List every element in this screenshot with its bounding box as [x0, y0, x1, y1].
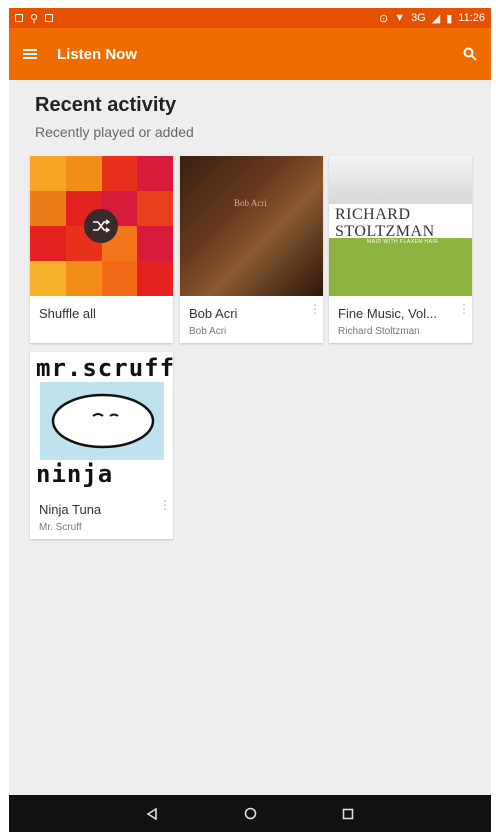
wifi-icon: ▼	[394, 12, 406, 24]
album-art-line1: RICHARD	[335, 206, 411, 223]
card-subtitle: Richard Stoltzman	[338, 326, 420, 337]
album-art: mr.scruff ninja tuna	[30, 352, 173, 492]
status-bar: ⚲ ⊙ ▼ 3G ◢ ▮ 11:26	[9, 8, 491, 28]
card-subtitle: Bob Acri	[189, 326, 227, 337]
search-icon[interactable]	[463, 47, 477, 61]
overflow-menu-icon[interactable]: ⋮	[159, 499, 171, 514]
album-art-line1: mr.scruff	[36, 354, 173, 382]
card-title: Shuffle all	[39, 306, 96, 321]
menu-icon[interactable]	[23, 49, 37, 59]
card-album-fine-music[interactable]: RICHARD STOLTZMAN MAID WITH FLAXEN HAIR …	[329, 156, 472, 343]
shuffle-button[interactable]	[84, 209, 118, 243]
recents-button[interactable]	[340, 806, 356, 822]
app-bar-title: Listen Now	[57, 45, 138, 63]
signal-icon: ◢	[431, 12, 441, 25]
recents-icon	[342, 808, 354, 819]
notification-icon	[15, 14, 23, 22]
device-screen: ⚲ ⊙ ▼ 3G ◢ ▮ 11:26 Listen Now Recent act…	[9, 8, 491, 832]
card-shuffle-all[interactable]: Shuffle all	[30, 156, 173, 343]
usb-icon: ⚲	[30, 12, 39, 25]
back-button[interactable]	[144, 806, 160, 822]
section-title: Recent activity	[35, 94, 177, 116]
shuffle-art	[30, 156, 173, 296]
home-button[interactable]	[242, 806, 258, 822]
shuffle-icon	[93, 219, 110, 233]
network-type: 3G	[411, 12, 426, 24]
home-icon	[244, 807, 256, 820]
album-art-text: RICHARD STOLTZMAN	[335, 206, 435, 240]
card-album-bob-acri[interactable]: Bob Acri Bob Acri Bob Acri ⋮	[180, 156, 323, 343]
album-art-band	[329, 238, 472, 296]
card-title: Ninja Tuna	[39, 502, 102, 517]
card-album-ninja-tuna[interactable]: mr.scruff ninja tuna Ninja Tuna Mr. Scru…	[30, 352, 173, 539]
album-art-photo	[329, 156, 472, 204]
status-time: 11:26	[458, 12, 485, 24]
album-art: RICHARD STOLTZMAN MAID WITH FLAXEN HAIR	[329, 156, 472, 296]
battery-icon: ▮	[446, 12, 453, 25]
back-icon	[146, 807, 157, 820]
section-subtitle: Recently played or added	[35, 124, 194, 140]
message-icon	[45, 14, 54, 22]
album-art-line2: ninja tuna	[36, 460, 114, 492]
album-art-text: Bob Acri	[234, 198, 267, 208]
blob-illustration	[51, 393, 155, 449]
card-subtitle: Mr. Scruff	[39, 522, 82, 533]
album-art: Bob Acri	[180, 156, 323, 296]
overflow-menu-icon[interactable]: ⋮	[458, 303, 470, 318]
overflow-menu-icon[interactable]: ⋮	[309, 303, 321, 318]
album-art-strip: MAID WITH FLAXEN HAIR	[367, 239, 439, 245]
nav-bar	[9, 795, 491, 832]
app-bar: Listen Now	[9, 28, 491, 80]
sync-icon: ⊙	[378, 12, 389, 25]
card-title: Bob Acri	[189, 306, 238, 321]
card-title: Fine Music, Vol...	[338, 306, 437, 321]
